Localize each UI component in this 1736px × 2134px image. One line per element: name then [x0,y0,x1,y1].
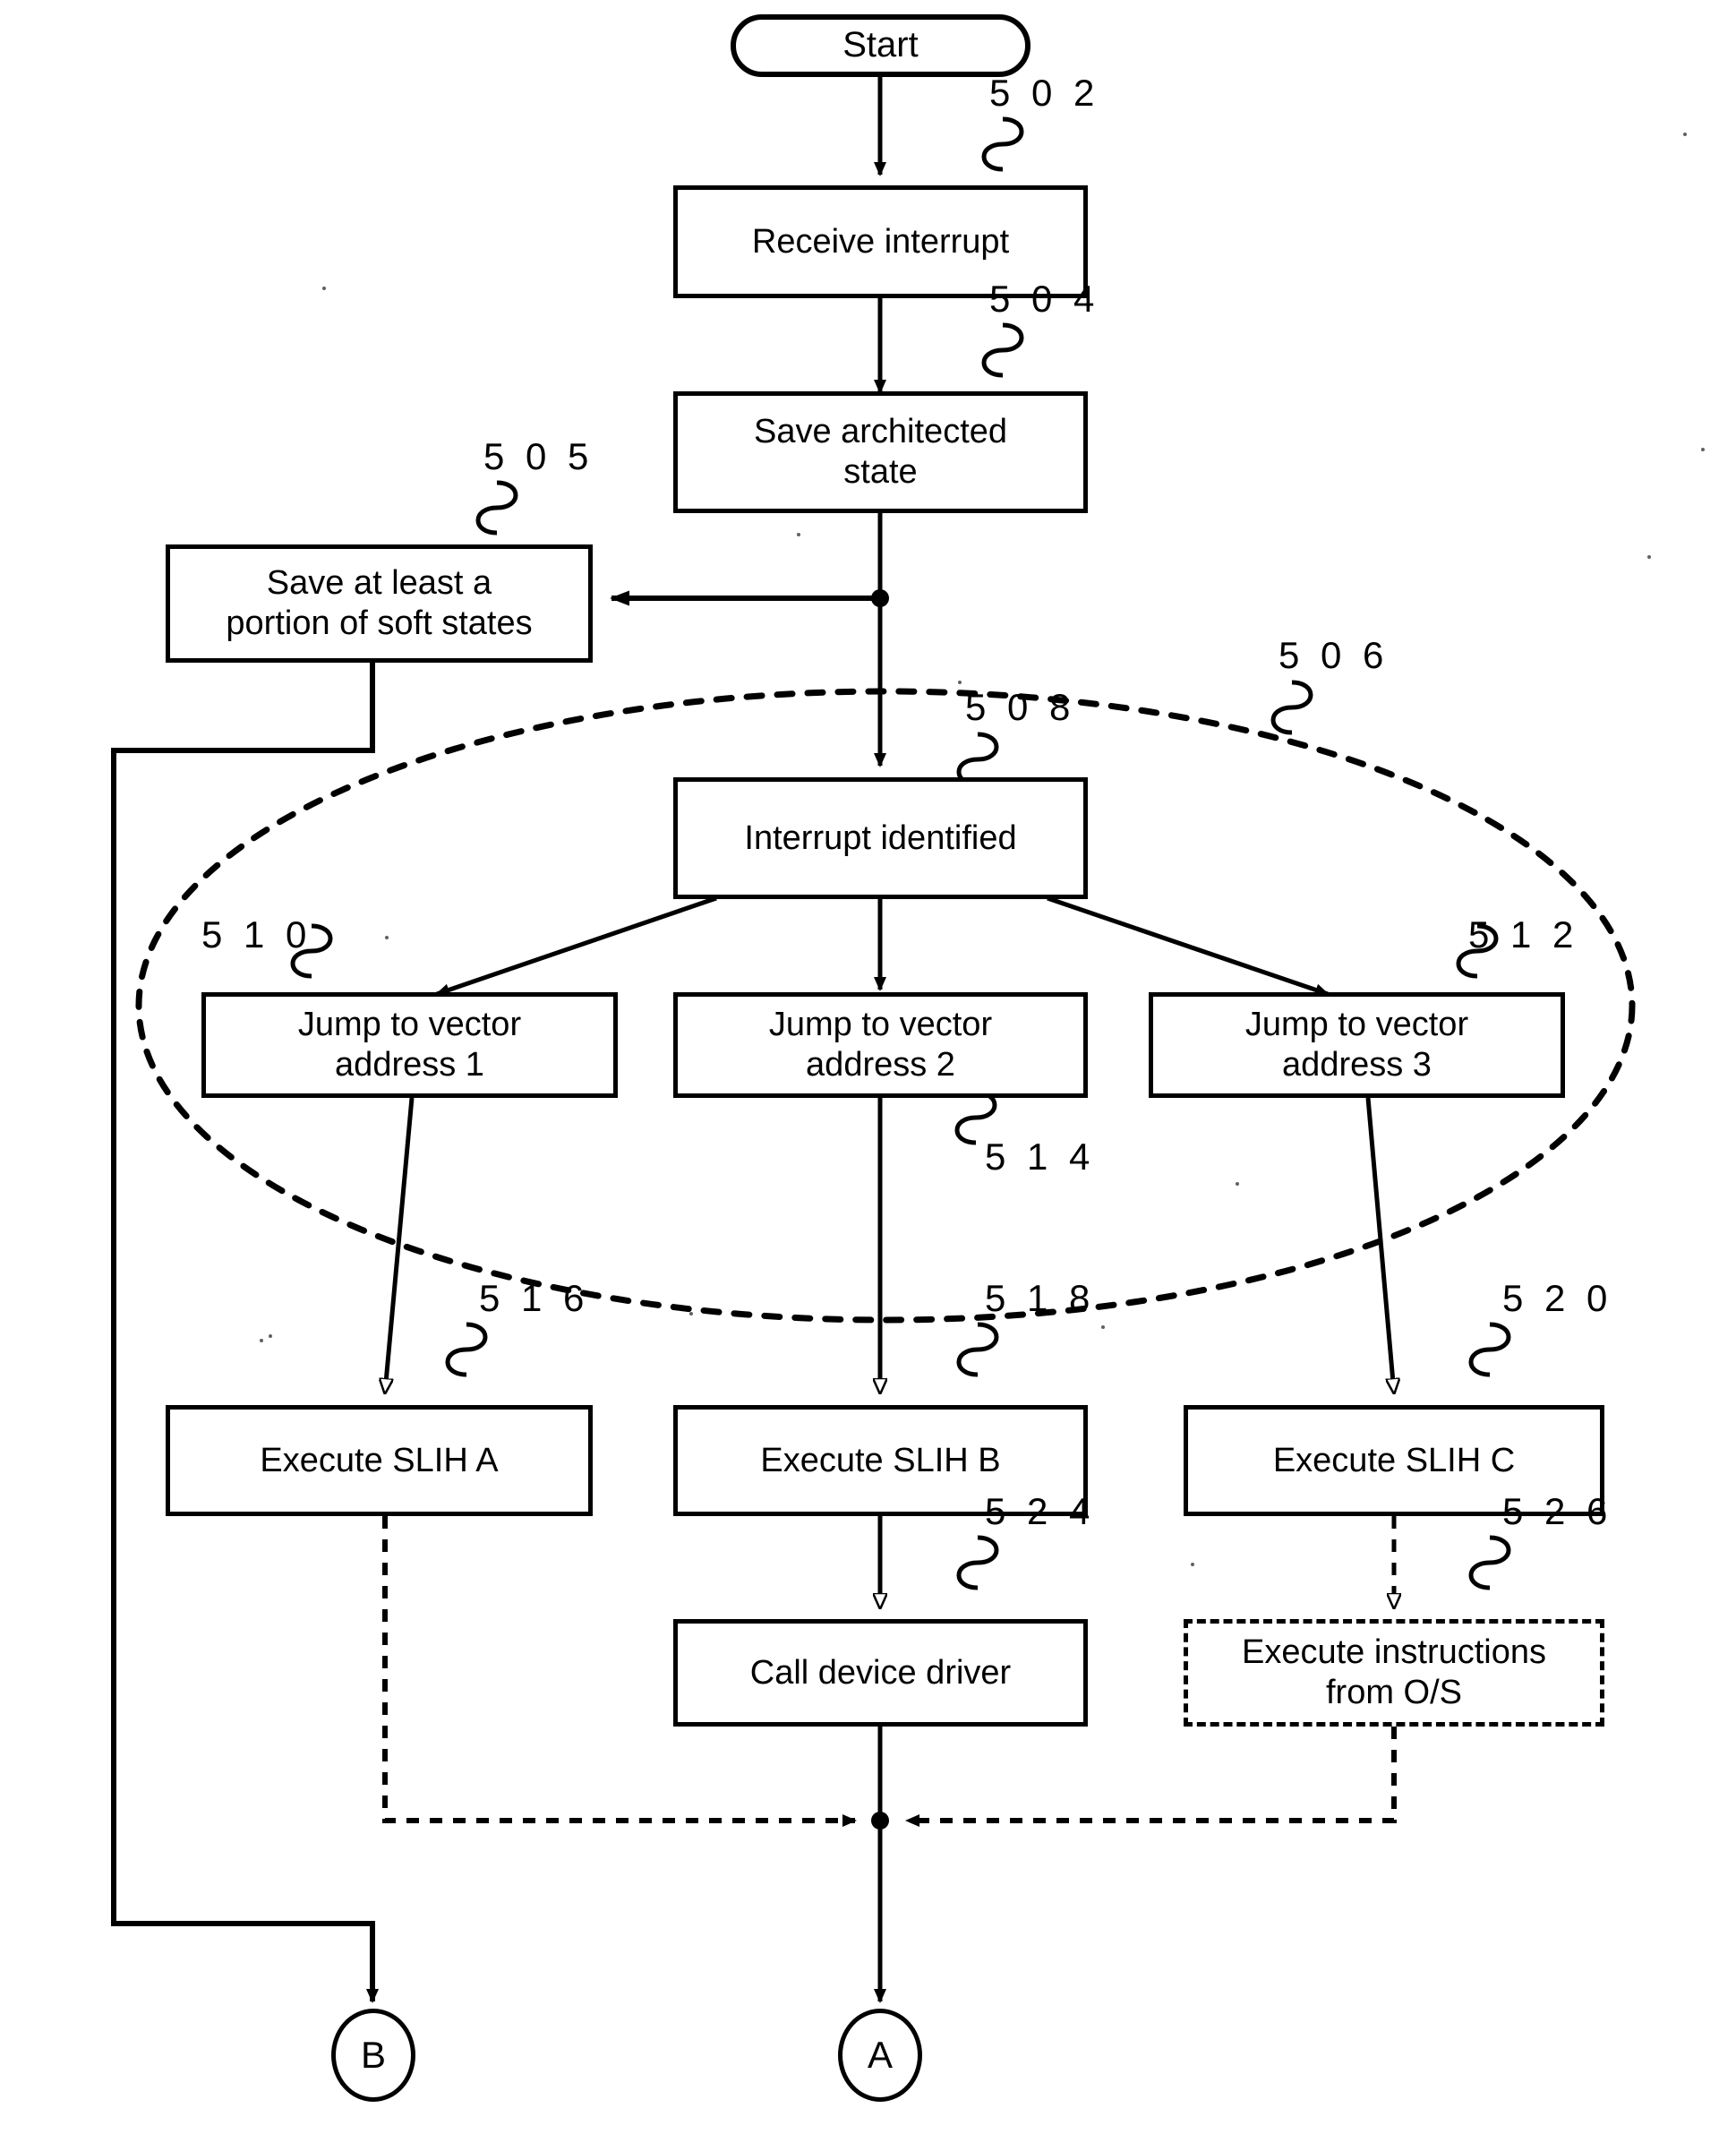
ref-numeral-502: 5 0 2 [989,72,1100,114]
node-jump-vector-address-3-label: Jump to vector address 3 [1244,1006,1469,1084]
node-execute-slih-c-label: Execute SLIH C [1272,1441,1516,1479]
edge-508-to-510 [435,896,717,997]
leader-506 [1270,680,1313,735]
ref-numeral-506: 5 0 6 [1278,634,1390,676]
node-execute-slih-a: Execute SLIH A [166,1405,593,1516]
scan-speck [1236,1182,1239,1186]
node-interrupt-identified-label: Interrupt identified [744,818,1017,857]
node-save-architected-state-label: Save architected state [753,413,1008,491]
node-execute-instructions-from-os: Execute instructions from O/S [1184,1619,1604,1727]
node-jump-vector-address-2-label: Jump to vector address 2 [768,1006,993,1084]
node-execute-slih-a-label: Execute SLIH A [260,1441,499,1479]
connector-b-label: B [360,2034,386,2077]
scan-speck [260,1339,263,1342]
leader-516 [445,1322,488,1377]
edge-508-to-512 [1047,896,1330,997]
node-call-device-driver: Call device driver [673,1619,1088,1727]
leader-518 [956,1322,999,1377]
ref-numeral-504: 5 0 4 [989,278,1100,320]
node-execute-instructions-from-os-label: Execute instructions from O/S [1241,1633,1547,1711]
patent-figure-page: Start Receive interrupt Save architected… [0,0,1736,2134]
node-save-soft-states-label: Save at least a portion of soft states [226,564,533,642]
node-save-soft-states: Save at least a portion of soft states [166,544,593,663]
node-jump-vector-address-2: Jump to vector address 2 [673,992,1088,1098]
scan-speck [1191,1563,1194,1566]
scan-speck [797,533,800,536]
ref-numeral-508: 5 0 8 [965,686,1076,728]
ref-numeral-505: 5 0 5 [483,435,594,477]
edge-526-to-merge [905,1727,1397,1827]
connector-a-label: A [867,2034,893,2077]
scan-speck [958,681,962,684]
scan-speck [269,1334,272,1338]
leader-504 [981,322,1024,378]
scan-speck [385,936,389,939]
leader-526 [1468,1535,1511,1590]
scan-speck [1701,448,1705,451]
node-jump-vector-address-3: Jump to vector address 3 [1149,992,1565,1098]
ref-numeral-518: 5 1 8 [985,1277,1096,1319]
edge-505-to-connector-b [111,663,379,2003]
node-save-architected-state: Save architected state [673,391,1088,513]
node-interrupt-identified: Interrupt identified [673,777,1088,899]
node-jump-vector-address-1: Jump to vector address 1 [201,992,618,1098]
leader-505 [475,480,518,536]
connector-a: A [838,2009,922,2102]
scan-speck [322,287,326,290]
start-label: Start [842,25,919,65]
scan-speck [1101,1325,1105,1329]
connector-b: B [331,2009,415,2102]
leader-502 [981,116,1024,172]
node-receive-interrupt-label: Receive interrupt [751,222,1010,261]
scan-speck [689,1312,693,1316]
leader-524 [956,1535,999,1590]
node-call-device-driver-label: Call device driver [749,1653,1012,1692]
ref-numeral-514: 5 1 4 [985,1136,1096,1178]
ref-numeral-526: 5 2 6 [1502,1490,1613,1532]
start-terminator: Start [731,14,1030,77]
node-execute-slih-b-label: Execute SLIH B [760,1441,1001,1479]
ref-numeral-512: 5 1 2 [1468,913,1579,956]
leader-520 [1468,1322,1511,1377]
scan-speck [1647,555,1651,559]
ref-numeral-520: 5 2 0 [1502,1277,1613,1319]
scan-speck [1683,133,1687,136]
node-jump-vector-address-1-label: Jump to vector address 1 [297,1006,522,1084]
ref-numeral-510: 5 1 0 [201,913,312,956]
ref-numeral-516: 5 1 6 [479,1277,590,1319]
ref-numeral-524: 5 2 4 [985,1490,1096,1532]
